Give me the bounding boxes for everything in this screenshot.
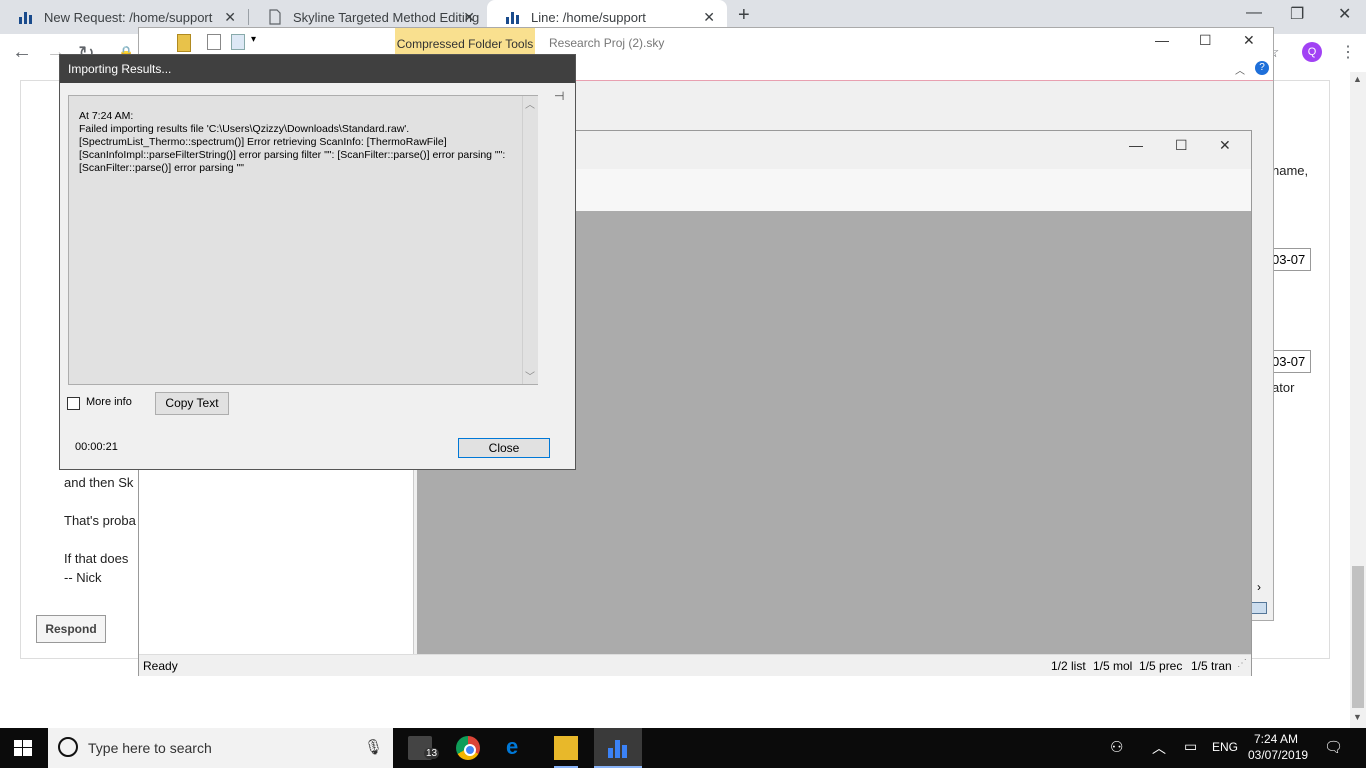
minimize-icon[interactable]: — bbox=[1155, 32, 1169, 48]
close-tab-icon[interactable]: ✕ bbox=[703, 9, 715, 26]
close-button[interactable]: Close bbox=[458, 438, 550, 458]
taskbar-search-box[interactable]: Type here to search 🎙 bbox=[48, 728, 393, 768]
scroll-up-arrow-icon[interactable]: ▲ bbox=[1353, 74, 1362, 84]
status-mol: 1/5 mol bbox=[1093, 659, 1133, 673]
battery-icon[interactable]: ▭ bbox=[1184, 738, 1197, 755]
quick-access-dropdown-icon[interactable]: ▾ bbox=[251, 34, 256, 45]
message-signature: -- Nick bbox=[64, 570, 102, 585]
search-placeholder: Type here to search bbox=[88, 740, 212, 756]
tab-label: Line: /home/support bbox=[531, 9, 646, 25]
skyline-favicon-icon bbox=[19, 12, 32, 24]
page-text-snippet: ator bbox=[1272, 380, 1295, 395]
status-list: 1/2 list bbox=[1051, 659, 1086, 673]
minimize-icon[interactable]: — bbox=[1129, 137, 1143, 153]
tab-label: Skyline Targeted Method Editing bbox=[293, 9, 480, 25]
close-tab-icon[interactable]: ✕ bbox=[224, 9, 236, 26]
microphone-icon[interactable]: 🎙 bbox=[364, 738, 383, 756]
scroll-up-arrow-icon[interactable]: ︿ bbox=[525, 96, 535, 111]
status-prec: 1/5 prec bbox=[1139, 659, 1183, 673]
people-icon[interactable]: ⚇ bbox=[1110, 738, 1123, 756]
view-toggle-icon[interactable] bbox=[1251, 602, 1267, 614]
page-text-snippet: name, bbox=[1272, 163, 1309, 178]
message-line: and then Sk bbox=[64, 475, 134, 490]
page-scrollbar-thumb[interactable] bbox=[1352, 566, 1364, 708]
back-arrow-icon[interactable]: ← bbox=[12, 41, 32, 64]
help-icon[interactable]: ? bbox=[1255, 61, 1269, 75]
edge-app-icon[interactable]: e bbox=[506, 734, 518, 760]
scroll-down-arrow-icon[interactable]: ﹀ bbox=[525, 368, 535, 383]
language-indicator[interactable]: ENG bbox=[1212, 740, 1238, 754]
scroll-down-arrow-icon[interactable]: ▼ bbox=[1353, 712, 1362, 722]
status-text: Ready bbox=[143, 659, 178, 673]
mail-badge: 13 bbox=[424, 748, 440, 759]
status-tran: 1/5 tran bbox=[1191, 659, 1232, 673]
close-icon[interactable]: ✕ bbox=[1243, 32, 1255, 49]
close-icon[interactable]: ✕ bbox=[1219, 137, 1231, 154]
restore-icon[interactable]: ❐ bbox=[1290, 4, 1304, 24]
clock-time[interactable]: 7:24 AM bbox=[1254, 732, 1298, 746]
compressed-folder-tools-tab[interactable]: Compressed Folder Tools bbox=[395, 28, 535, 54]
message-scrollbar[interactable]: ︿ ﹀ bbox=[522, 96, 538, 384]
maximize-icon[interactable]: ☐ bbox=[1199, 32, 1212, 49]
document-icon bbox=[269, 9, 281, 25]
close-tab-icon[interactable]: ✕ bbox=[463, 9, 475, 26]
scroll-right-arrow-icon[interactable]: › bbox=[1257, 580, 1261, 594]
error-message-box[interactable]: At 7:24 AM: Failed importing results fil… bbox=[68, 95, 538, 385]
dialog-title: Importing Results... bbox=[60, 55, 575, 83]
dialog-footer: 00:00:21 Close bbox=[60, 421, 575, 469]
windows-taskbar: Type here to search 🎙 13 e ⚇ ︿ ▭ ENG 7:2… bbox=[0, 728, 1366, 768]
skyline-favicon-icon bbox=[506, 12, 519, 24]
close-window-icon[interactable]: ✕ bbox=[1338, 4, 1351, 24]
collapse-ribbon-icon[interactable]: ︿ bbox=[1235, 62, 1245, 77]
message-line: If that does bbox=[64, 551, 129, 566]
chrome-center-icon bbox=[464, 744, 476, 756]
respond-button[interactable]: Respond bbox=[36, 615, 106, 643]
file-explorer-app-icon[interactable] bbox=[554, 736, 578, 760]
windows-start-icon[interactable] bbox=[14, 740, 32, 756]
more-info-checkbox[interactable] bbox=[67, 397, 80, 410]
clock-date[interactable]: 03/07/2019 bbox=[1248, 748, 1308, 762]
tray-chevron-up-icon[interactable]: ︿ bbox=[1152, 738, 1166, 758]
menu-dots-icon[interactable]: ⋮ bbox=[1340, 42, 1356, 62]
minimize-icon[interactable]: — bbox=[1246, 4, 1262, 22]
resize-grip-icon[interactable]: ⋰ bbox=[1237, 658, 1247, 669]
copy-text-button[interactable]: Copy Text bbox=[155, 392, 229, 415]
status-bar: Ready 1/2 list 1/5 mol 1/5 prec 1/5 tran… bbox=[139, 654, 1251, 676]
error-message-text: At 7:24 AM: Failed importing results fil… bbox=[79, 110, 506, 174]
profile-avatar[interactable]: Q bbox=[1302, 42, 1322, 62]
search-circle-icon bbox=[58, 737, 78, 757]
pin-icon[interactable]: ⊣ bbox=[554, 89, 564, 103]
elapsed-time: 00:00:21 bbox=[75, 441, 118, 453]
maximize-icon[interactable]: ☐ bbox=[1175, 137, 1188, 154]
importing-results-dialog: Importing Results... ⊣ At 7:24 AM: Faile… bbox=[59, 54, 576, 470]
skyline-app-icon bbox=[608, 740, 627, 758]
notifications-icon[interactable]: 🗨 bbox=[1324, 738, 1343, 756]
zip-folder-icon[interactable] bbox=[177, 34, 191, 52]
tab-label: New Request: /home/support bbox=[44, 9, 213, 25]
more-info-label: More info bbox=[86, 396, 132, 408]
new-folder-icon[interactable] bbox=[231, 34, 245, 50]
message-line: That's proba bbox=[64, 513, 136, 528]
explorer-title: Research Proj (2).sky bbox=[549, 36, 665, 50]
properties-icon[interactable] bbox=[207, 34, 221, 50]
new-tab-button[interactable]: + bbox=[738, 4, 750, 27]
